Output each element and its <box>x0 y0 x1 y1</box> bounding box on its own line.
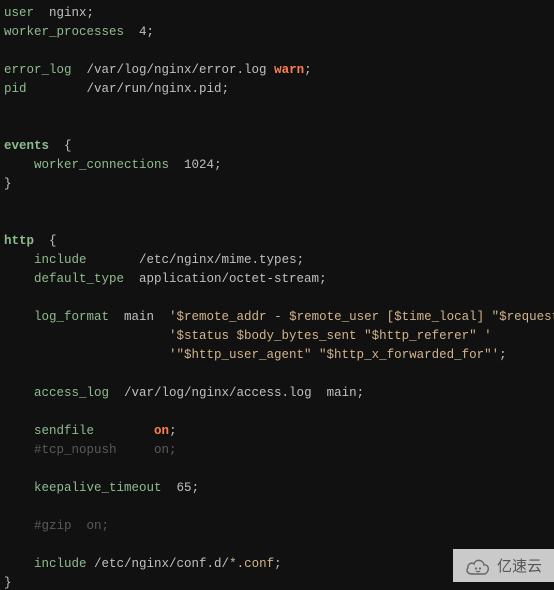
code-line: worker_connections 1024; <box>4 156 550 175</box>
token-sc: ; <box>319 272 327 286</box>
code-line: user nginx; <box>4 4 550 23</box>
code-line: error_log /var/log/nginx/error.log warn; <box>4 61 550 80</box>
token-dir: pid <box>4 82 27 96</box>
token-dir: sendfile <box>34 424 94 438</box>
token-val: 4 <box>124 25 147 39</box>
token-val: /var/log/nginx/access.log main <box>109 386 357 400</box>
token-dir: worker_connections <box>34 158 169 172</box>
code-line: #tcp_nopush on; <box>4 441 550 460</box>
token-str: '$remote_addr - $remote_user [$time_loca… <box>169 310 554 324</box>
token-str: '"$http_user_agent" "$http_x_forwarded_f… <box>169 348 499 362</box>
token-val: 65 <box>162 481 192 495</box>
token-sc: ; <box>222 82 230 96</box>
token-val: /etc/nginx/conf.d/ <box>87 557 230 571</box>
token-sc: ; <box>297 253 305 267</box>
token-val: /etc/nginx/mime.types <box>87 253 297 267</box>
token-val: nginx <box>34 6 87 20</box>
code-line: http { <box>4 232 550 251</box>
token-val: application/octet-stream <box>124 272 319 286</box>
code-line: } <box>4 175 550 194</box>
token-val: /var/log/nginx/error.log <box>72 63 275 77</box>
token-sc: ; <box>87 6 95 20</box>
token-dir: include <box>34 557 87 571</box>
token-val: main <box>109 310 169 324</box>
token-dir-b: http <box>4 234 34 248</box>
code-line <box>4 365 550 384</box>
token-sc: ; <box>499 348 507 362</box>
code-line <box>4 194 550 213</box>
code-line: events { <box>4 137 550 156</box>
code-line: default_type application/octet-stream; <box>4 270 550 289</box>
watermark-text: 亿速云 <box>497 555 542 576</box>
token-sc: ; <box>147 25 155 39</box>
code-line <box>4 289 550 308</box>
token-dir-b: events <box>4 139 49 153</box>
cloud-icon <box>465 557 491 575</box>
token-sc: ; <box>192 481 200 495</box>
code-line: worker_processes 4; <box>4 23 550 42</box>
code-line <box>4 42 550 61</box>
token-dir: worker_processes <box>4 25 124 39</box>
code-line: access_log /var/log/nginx/access.log mai… <box>4 384 550 403</box>
token-sc: ; <box>357 386 365 400</box>
code-line: include /etc/nginx/mime.types; <box>4 251 550 270</box>
token-str: '$status $body_bytes_sent "$http_referer… <box>169 329 492 343</box>
token-dir: default_type <box>34 272 124 286</box>
token-dir: include <box>34 253 87 267</box>
token-br: { <box>49 139 72 153</box>
code-line <box>4 213 550 232</box>
token-cmt: #gzip on; <box>34 519 109 533</box>
code-line <box>4 118 550 137</box>
token-glob: *.conf <box>229 557 274 571</box>
code-line: sendfile on; <box>4 422 550 441</box>
token-dir: user <box>4 6 34 20</box>
code-line: pid /var/run/nginx.pid; <box>4 80 550 99</box>
code-line: #gzip on; <box>4 517 550 536</box>
watermark: 亿速云 <box>453 549 554 582</box>
code-line: '$status $body_bytes_sent "$http_referer… <box>4 327 550 346</box>
token-val: 1024 <box>169 158 214 172</box>
code-line <box>4 498 550 517</box>
token-val: /var/run/nginx.pid <box>27 82 222 96</box>
token-dir: log_format <box>34 310 109 324</box>
code-line: log_format main '$remote_addr - $remote_… <box>4 308 550 327</box>
nginx-config-code: user nginx;worker_processes 4; error_log… <box>0 0 554 590</box>
token-sc: ; <box>304 63 312 77</box>
token-sc: ; <box>274 557 282 571</box>
token-cmt: #tcp_nopush on; <box>34 443 177 457</box>
token-br: } <box>4 177 12 191</box>
code-line <box>4 460 550 479</box>
token-sc: ; <box>214 158 222 172</box>
code-line: '"$http_user_agent" "$http_x_forwarded_f… <box>4 346 550 365</box>
token-kw: on <box>154 424 169 438</box>
token-dir: error_log <box>4 63 72 77</box>
token-val <box>94 424 154 438</box>
token-sc: ; <box>169 424 177 438</box>
code-line <box>4 403 550 422</box>
code-line <box>4 99 550 118</box>
token-br: { <box>34 234 57 248</box>
token-br: } <box>4 576 12 590</box>
code-line: keepalive_timeout 65; <box>4 479 550 498</box>
token-dir: keepalive_timeout <box>34 481 162 495</box>
token-dir: access_log <box>34 386 109 400</box>
token-kw: warn <box>274 63 304 77</box>
